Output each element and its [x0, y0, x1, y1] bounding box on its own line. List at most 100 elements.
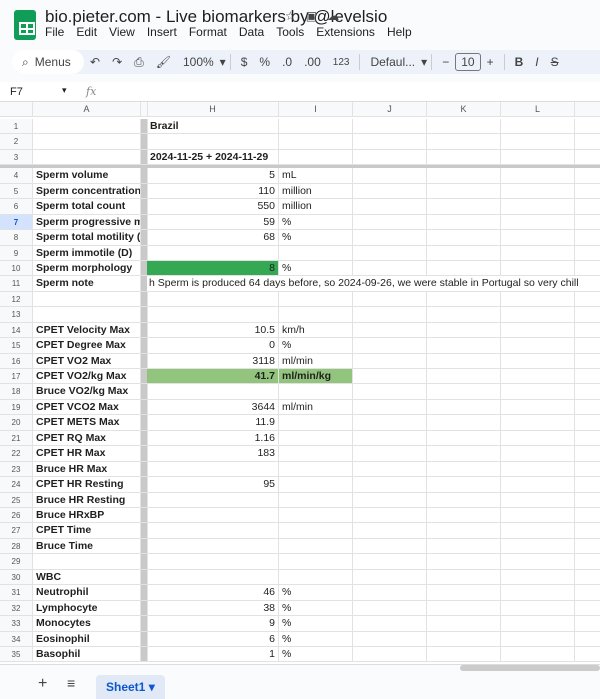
row-number[interactable]: 34	[0, 631, 33, 647]
row-number[interactable]: 8	[0, 230, 33, 246]
cell-l[interactable]	[501, 384, 575, 400]
cell-l[interactable]	[501, 369, 575, 385]
cell-m[interactable]	[575, 431, 600, 447]
redo-icon[interactable]: ↷	[112, 55, 122, 69]
cell-j[interactable]	[353, 214, 427, 231]
cell-k[interactable]	[427, 492, 501, 508]
cell-i[interactable]: million	[279, 183, 353, 200]
cell-i[interactable]	[279, 134, 353, 150]
font-select[interactable]: Defaul...	[370, 55, 415, 69]
all-sheets-icon[interactable]: ≡	[67, 675, 75, 691]
cell-h[interactable]: 3644	[147, 399, 279, 416]
cell-l[interactable]	[501, 415, 575, 431]
cell-a[interactable]: CPET VO2 Max	[33, 353, 141, 370]
cell-m[interactable]	[575, 585, 600, 601]
cell-a[interactable]: Bruce HRxBP	[33, 508, 141, 524]
decrease-decimal-button[interactable]: .0	[282, 55, 292, 69]
cell-k[interactable]	[427, 183, 501, 200]
row-number[interactable]: 28	[0, 538, 33, 555]
cell-h[interactable]	[147, 291, 279, 308]
font-size-increase[interactable]: +	[487, 55, 494, 69]
row-number[interactable]: 11	[0, 276, 33, 292]
row-number[interactable]: 10	[0, 260, 33, 277]
cell-j[interactable]	[353, 600, 427, 617]
cell-l[interactable]	[501, 430, 575, 447]
chevron-down-icon[interactable]: ▾	[62, 85, 67, 96]
row-number[interactable]: 21	[0, 430, 33, 447]
cell-l[interactable]	[501, 646, 575, 663]
row-number[interactable]: 7	[0, 214, 33, 231]
cell-m[interactable]	[575, 276, 600, 292]
cell-j[interactable]	[353, 384, 427, 400]
cell-i[interactable]: million	[279, 199, 353, 215]
cell-h[interactable]: 11.9	[147, 415, 279, 431]
cell-h[interactable]: 95	[147, 477, 279, 493]
cell-k[interactable]	[427, 149, 501, 166]
cell-i[interactable]	[279, 430, 353, 447]
cell-a[interactable]: Sperm concentration	[33, 183, 141, 200]
italic-button[interactable]: I	[535, 55, 538, 69]
cell-l[interactable]	[501, 291, 575, 308]
cell-k[interactable]	[427, 415, 501, 431]
cell-k[interactable]	[427, 307, 501, 323]
cell-i[interactable]: mL	[279, 168, 353, 184]
cell-j[interactable]	[353, 322, 427, 339]
cell-l[interactable]	[501, 399, 575, 416]
row-number[interactable]: 17	[0, 369, 33, 385]
cell-j[interactable]	[353, 430, 427, 447]
cell-j[interactable]	[353, 415, 427, 431]
cell-h[interactable]	[147, 134, 279, 150]
cell-j[interactable]	[353, 508, 427, 524]
cell-h[interactable]	[147, 492, 279, 508]
row-number[interactable]: 15	[0, 338, 33, 354]
cell-m[interactable]	[575, 493, 600, 508]
row-number[interactable]: 18	[0, 384, 33, 400]
chevron-down-icon[interactable]: ▾	[220, 55, 226, 69]
row-number[interactable]: 29	[0, 554, 33, 570]
cell-h[interactable]: 2024-11-25 + 2024-11-29	[147, 149, 279, 166]
cell-m[interactable]	[575, 570, 600, 586]
cell-l[interactable]	[501, 554, 575, 570]
cell-h[interactable]: 9	[147, 616, 279, 632]
cell-l[interactable]	[501, 322, 575, 339]
column-header[interactable]: I	[279, 102, 353, 118]
cell-h[interactable]: 550	[147, 199, 279, 215]
cell-l[interactable]	[501, 446, 575, 462]
cell-i[interactable]	[279, 492, 353, 508]
cell-m[interactable]	[575, 215, 600, 231]
cell-a[interactable]: CPET Time	[33, 523, 141, 539]
cell-h[interactable]	[147, 508, 279, 524]
cell-j[interactable]	[353, 538, 427, 555]
cell-k[interactable]	[427, 322, 501, 339]
cell-k[interactable]	[427, 600, 501, 617]
cell-j[interactable]	[353, 119, 427, 135]
cell-j[interactable]	[353, 291, 427, 308]
cell-a[interactable]	[33, 134, 141, 150]
cell-m[interactable]	[575, 246, 600, 261]
cell-k[interactable]	[427, 245, 501, 261]
cell-k[interactable]	[427, 631, 501, 647]
cell-k[interactable]	[427, 214, 501, 231]
cell-h[interactable]: 10.5	[147, 322, 279, 339]
cell-l[interactable]	[501, 461, 575, 478]
cell-h[interactable]	[147, 569, 279, 586]
cell-m[interactable]	[575, 354, 600, 370]
cell-j[interactable]	[353, 338, 427, 354]
cell-i[interactable]: %	[279, 338, 353, 354]
cell-h[interactable]: 1	[147, 646, 279, 663]
cell-j[interactable]	[353, 353, 427, 370]
cell-j[interactable]	[353, 477, 427, 493]
cell-k[interactable]	[427, 399, 501, 416]
cell-j[interactable]	[353, 631, 427, 647]
cell-a[interactable]	[33, 119, 141, 135]
cell-h[interactable]: 8	[147, 260, 279, 277]
cell-j[interactable]	[353, 523, 427, 539]
cell-m[interactable]	[575, 523, 600, 539]
row-number[interactable]: 22	[0, 446, 33, 462]
cell-i[interactable]	[279, 384, 353, 400]
cell-m[interactable]	[575, 230, 600, 246]
cell-a[interactable]: WBC	[33, 569, 141, 586]
cell-l[interactable]	[501, 477, 575, 493]
cell-h[interactable]	[147, 538, 279, 555]
cell-l[interactable]	[501, 508, 575, 524]
